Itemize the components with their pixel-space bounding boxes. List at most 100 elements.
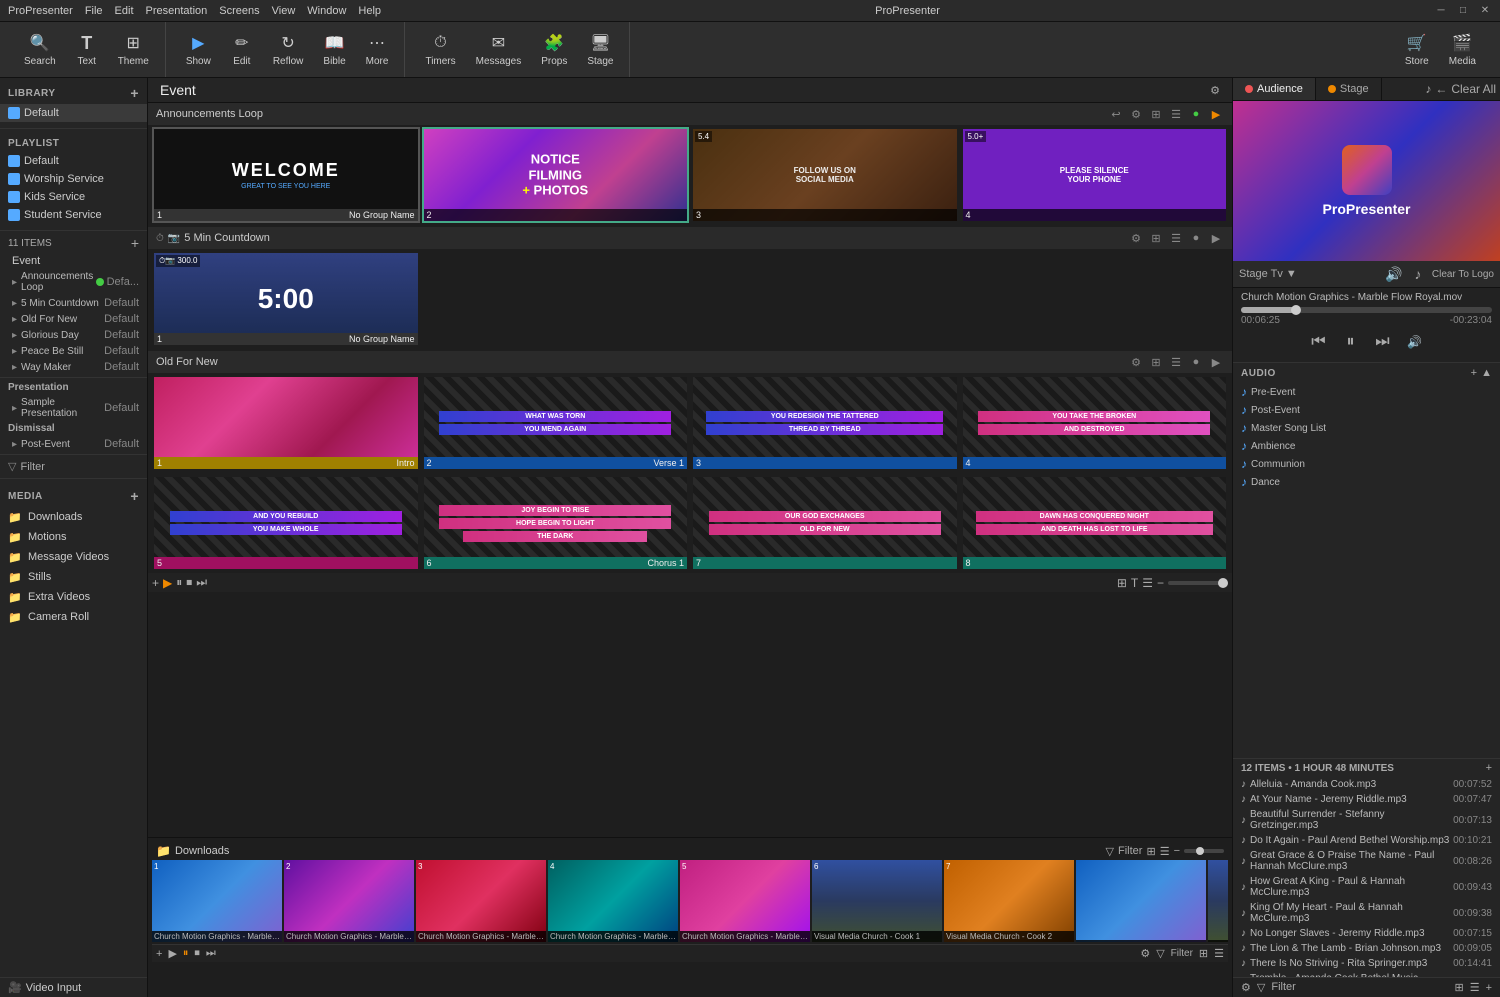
audio-pre-event[interactable]: ♪ Pre-Event: [1233, 383, 1500, 401]
media-strip-zoom-slider[interactable]: [1184, 849, 1224, 853]
bible-button[interactable]: 📖 Bible: [315, 28, 353, 71]
media-stills[interactable]: 📁 Stills: [0, 567, 147, 587]
oldnew-next-icon[interactable]: ▶: [1208, 354, 1224, 370]
video-progress-bar[interactable]: [1241, 307, 1492, 313]
video-rewind-btn[interactable]: ⏮: [1307, 330, 1331, 354]
audio-ambience[interactable]: ♪ Ambience: [1233, 437, 1500, 455]
countdown-list-icon[interactable]: ☰: [1168, 230, 1184, 246]
menu-edit[interactable]: Edit: [115, 5, 134, 17]
preview-music-icon2[interactable]: ♪: [1408, 264, 1428, 284]
silence-slide[interactable]: PLEASE SILENCE YOUR PHONE 5.0+ 4: [961, 127, 1229, 223]
media-camera-roll[interactable]: 📁 Camera Roll: [0, 607, 147, 627]
audio-dance[interactable]: ♪ Dance: [1233, 473, 1500, 491]
right-filter-icon[interactable]: ▽: [1257, 981, 1265, 994]
welcome-slide[interactable]: WELCOME GREAT TO SEE YOU HERE 1 No Group…: [152, 127, 420, 223]
menu-window[interactable]: Window: [307, 5, 346, 17]
announcements-list-icon[interactable]: ☰: [1168, 106, 1184, 122]
right-grid-btn[interactable]: ⊞: [1454, 981, 1463, 994]
announcements-play-icon[interactable]: ●: [1188, 106, 1204, 122]
show-button[interactable]: ▶ Show: [178, 28, 219, 71]
godex-slide[interactable]: OUR GOD EXCHANGES OLD FOR NEW 7: [691, 475, 959, 571]
media-bar-add-btn[interactable]: +: [1486, 762, 1492, 774]
footer-stop-btn[interactable]: ⏹: [186, 575, 192, 590]
broken-slide[interactable]: YOU TAKE THE BROKEN AND DESTROYED 4: [961, 375, 1229, 471]
timers-button[interactable]: ⏱ Timers: [417, 28, 463, 71]
intro-slide[interactable]: 1 Intro: [152, 375, 420, 471]
media-downloads[interactable]: 📁 Downloads: [0, 507, 147, 527]
audio-collapse-btn[interactable]: ▲: [1481, 367, 1492, 379]
media-item-doitagain[interactable]: ♪ Do It Again - Paul Arend Bethel Worshi…: [1233, 833, 1500, 848]
audio-post-event[interactable]: ♪ Post-Event: [1233, 401, 1500, 419]
playlist-worship[interactable]: Worship Service: [0, 170, 147, 188]
sample-presentation-item[interactable]: ▸ Sample Presentation Default: [0, 395, 147, 421]
preview-music-icon[interactable]: ♪: [1425, 82, 1431, 96]
oldnew-grid-icon[interactable]: ⊞: [1148, 354, 1164, 370]
media-message-videos[interactable]: 📁 Message Videos: [0, 547, 147, 567]
footer-text-btn[interactable]: T: [1131, 576, 1138, 590]
oldnew-item[interactable]: ▸ Old For New Default: [0, 311, 147, 327]
playlist-kids[interactable]: Kids Service: [0, 188, 147, 206]
media-item-nolonger[interactable]: ♪ No Longer Slaves - Jeremy Riddle.mp3 0…: [1233, 926, 1500, 941]
countdown-play-icon[interactable]: ●: [1188, 230, 1204, 246]
media-next-icon[interactable]: ⏭: [206, 947, 216, 960]
footer-pause-btn[interactable]: ⏸: [176, 575, 182, 590]
menu-presentation[interactable]: Presentation: [146, 5, 208, 17]
media-add-button[interactable]: +: [130, 488, 139, 504]
media-item-lion[interactable]: ♪ The Lion & The Lamb - Brian Johnson.mp…: [1233, 941, 1500, 956]
menu-view[interactable]: View: [272, 5, 296, 17]
playlist-default[interactable]: Default: [0, 152, 147, 170]
video-play-btn[interactable]: ⏸: [1339, 330, 1363, 354]
audience-tab[interactable]: Audience: [1233, 78, 1316, 100]
media-button[interactable]: 🎬 Media: [1441, 28, 1484, 71]
footer-play-btn[interactable]: ▶: [163, 576, 172, 590]
library-default-item[interactable]: Default: [0, 104, 147, 122]
media-item-kingofmyheart[interactable]: ♪ King Of My Heart - Paul & Hannah McClu…: [1233, 900, 1500, 926]
props-button[interactable]: 🧩 Props: [533, 28, 575, 71]
menu-file[interactable]: File: [85, 5, 103, 17]
right-settings-icon[interactable]: ⚙: [1241, 981, 1251, 994]
footer-next-btn[interactable]: ⏭: [196, 575, 207, 590]
menu-help[interactable]: Help: [358, 5, 381, 17]
media-settings-icon[interactable]: ⚙: [1140, 947, 1150, 960]
announcements-item[interactable]: ▸ Announcements Loop Defa...: [0, 269, 147, 295]
chorus-slide[interactable]: JOY BEGIN TO RISE HOPE BEGIN TO LIGHT TH…: [422, 475, 690, 571]
media-thumb-2[interactable]: 2 Church Motion Graphics - Marble Fl...: [284, 860, 414, 942]
edit-button[interactable]: ✏ Edit: [223, 28, 261, 71]
messages-button[interactable]: ✉ Messages: [468, 28, 530, 71]
media-thumb-1[interactable]: 1 Church Motion Graphics - Marble Fl...: [152, 860, 282, 942]
dawn-slide[interactable]: DAWN HAS CONQUERED NIGHT AND DEATH HAS L…: [961, 475, 1229, 571]
minimize-button[interactable]: ─: [1434, 4, 1448, 18]
media-play-icon[interactable]: ▶: [168, 947, 176, 960]
stage-button[interactable]: 🖥 Stage: [579, 28, 621, 71]
clear-all-btn[interactable]: Clear All: [1451, 82, 1496, 96]
restore-button[interactable]: □: [1456, 4, 1470, 18]
event-settings-icon[interactable]: ⚙: [1210, 84, 1220, 97]
redesign-slide[interactable]: YOU REDESIGN THE TATTERED THREAD BY THRE…: [691, 375, 959, 471]
media-strip-zoom-btn[interactable]: −: [1174, 845, 1180, 857]
text-button[interactable]: T Text: [68, 28, 106, 71]
media-item-beautiful[interactable]: ♪ Beautiful Surrender - Stefanny Gretzin…: [1233, 807, 1500, 833]
video-volume-btn[interactable]: 🔊: [1403, 330, 1427, 354]
media-stop-icon[interactable]: ⏹: [194, 947, 200, 960]
reflow-button[interactable]: ↻ Reflow: [265, 28, 312, 71]
media-thumb-3[interactable]: 3 Church Motion Graphics - Marble Fl...: [416, 860, 546, 942]
preview-vol-icon[interactable]: 🔊: [1384, 264, 1404, 284]
media-list-icon-bottom[interactable]: ☰: [1214, 947, 1224, 960]
media-item-atyourname[interactable]: ♪ At Your Name - Jeremy Riddle.mp3 00:07…: [1233, 792, 1500, 807]
countdown-slide[interactable]: 5:00 ⏱📷 300.0 1 No Group Name: [152, 251, 420, 347]
right-list-btn[interactable]: ☰: [1470, 981, 1480, 994]
media-thumb-8[interactable]: [1076, 860, 1206, 942]
waymaker-item[interactable]: ▸ Way Maker Default: [0, 359, 147, 375]
footer-list-btn[interactable]: ☰: [1142, 576, 1153, 590]
more-button[interactable]: ⋯ More: [358, 28, 397, 71]
theme-button[interactable]: ⊞ Theme: [110, 28, 157, 71]
countdown-grid-icon[interactable]: ⊞: [1148, 230, 1164, 246]
media-thumb-9[interactable]: [1208, 860, 1228, 942]
close-button[interactable]: ✕: [1478, 4, 1492, 18]
countdown-next-icon[interactable]: ▶: [1208, 230, 1224, 246]
library-add-button[interactable]: +: [130, 85, 139, 101]
audio-master-song[interactable]: ♪ Master Song List: [1233, 419, 1500, 437]
media-add-icon[interactable]: +: [156, 948, 162, 960]
countdown-settings-icon[interactable]: ⚙: [1128, 230, 1144, 246]
video-fast-forward-btn[interactable]: ⏭: [1371, 330, 1395, 354]
